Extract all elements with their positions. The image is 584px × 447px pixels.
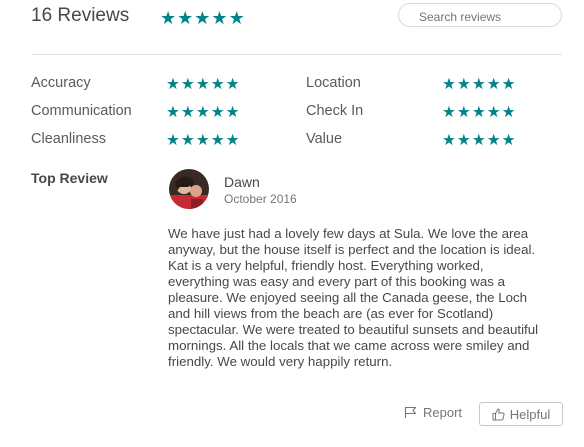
star-icon: ★: [166, 132, 181, 149]
star-icon: ★: [210, 104, 226, 121]
star-icon: ★: [486, 76, 502, 93]
reviewer-name[interactable]: Dawn: [224, 174, 260, 190]
star-icon: ★: [195, 76, 211, 93]
star-icon: ★: [471, 132, 487, 149]
star-icon: ★: [194, 8, 212, 28]
category-label-check-in: Check In: [306, 103, 364, 119]
star-icon: ★: [442, 104, 457, 121]
star-icon: ★: [442, 76, 457, 93]
star-icon: ★: [471, 76, 487, 93]
star-icon: ★: [225, 104, 241, 121]
star-icon: ★: [195, 104, 211, 121]
category-stars-location: ★★★★★: [442, 75, 517, 94]
category-stars-communication: ★★★★★: [166, 103, 241, 122]
star-icon: ★: [166, 76, 181, 93]
star-icon: ★: [180, 132, 196, 149]
review-text: We have just had a lovely few days at Su…: [168, 226, 566, 370]
report-label: Report: [423, 405, 463, 420]
star-icon: ★: [442, 132, 457, 149]
category-stars-check-in: ★★★★★: [442, 103, 517, 122]
review-line: spectacular. We were treated to beautifu…: [168, 322, 539, 337]
category-label-location: Location: [306, 75, 361, 91]
category-stars-cleanliness: ★★★★★: [166, 131, 241, 150]
category-label-communication: Communication: [31, 103, 132, 119]
review-date: October 2016: [224, 192, 297, 206]
flag-icon: [404, 406, 417, 418]
star-icon: ★: [195, 132, 211, 149]
review-line: and hill views from the beach are (as ev…: [168, 306, 494, 321]
review-line: We have just had a lovely few days at Su…: [168, 226, 529, 241]
star-icon: ★: [501, 76, 517, 93]
review-line: friendly. We would very happily return.: [168, 354, 393, 369]
review-line: mornings. All the locals that we came ac…: [168, 338, 530, 353]
review-line: pleasure. We enjoyed seeing all the Cana…: [168, 290, 528, 305]
reviewer-avatar[interactable]: [169, 169, 209, 209]
star-icon: ★: [166, 104, 181, 121]
star-icon: ★: [486, 104, 502, 121]
helpful-label: Helpful: [509, 406, 551, 422]
star-icon: ★: [225, 76, 241, 93]
star-icon: ★: [180, 104, 196, 121]
star-icon: ★: [211, 8, 229, 28]
category-label-value: Value: [306, 131, 343, 147]
star-icon: ★: [471, 104, 487, 121]
star-icon: ★: [210, 132, 226, 149]
avatar-photo: [169, 169, 209, 209]
star-icon: ★: [225, 132, 241, 149]
review-line: everything was easy and every part of th…: [168, 274, 506, 289]
star-icon: ★: [160, 8, 178, 28]
overall-rating-stars: ★★★★★: [160, 8, 246, 29]
category-stars-value: ★★★★★: [442, 131, 517, 150]
category-stars-accuracy: ★★★★★: [166, 75, 241, 94]
star-icon: ★: [210, 76, 226, 93]
star-icon: ★: [456, 76, 472, 93]
review-line: Kat is a very helpful, friendly host. Ev…: [168, 258, 484, 273]
star-icon: ★: [501, 104, 517, 121]
star-icon: ★: [456, 132, 472, 149]
helpful-button[interactable]: Helpful: [479, 402, 563, 426]
reviews-count: 16 Reviews: [31, 5, 130, 26]
star-icon: ★: [177, 8, 195, 28]
category-label-cleanliness: Cleanliness: [31, 131, 106, 147]
search-reviews-input[interactable]: [398, 3, 562, 27]
review-line: anyway, but the house itself is perfect …: [168, 242, 536, 257]
thumbs-up-icon: [492, 408, 505, 420]
star-icon: ★: [501, 132, 517, 149]
star-icon: ★: [180, 76, 196, 93]
category-label-accuracy: Accuracy: [31, 75, 91, 91]
divider: [31, 54, 562, 55]
star-icon: ★: [486, 132, 502, 149]
top-review-label: Top Review: [31, 170, 108, 186]
star-icon: ★: [228, 8, 246, 28]
report-button[interactable]: Report: [404, 405, 462, 420]
star-icon: ★: [456, 104, 472, 121]
